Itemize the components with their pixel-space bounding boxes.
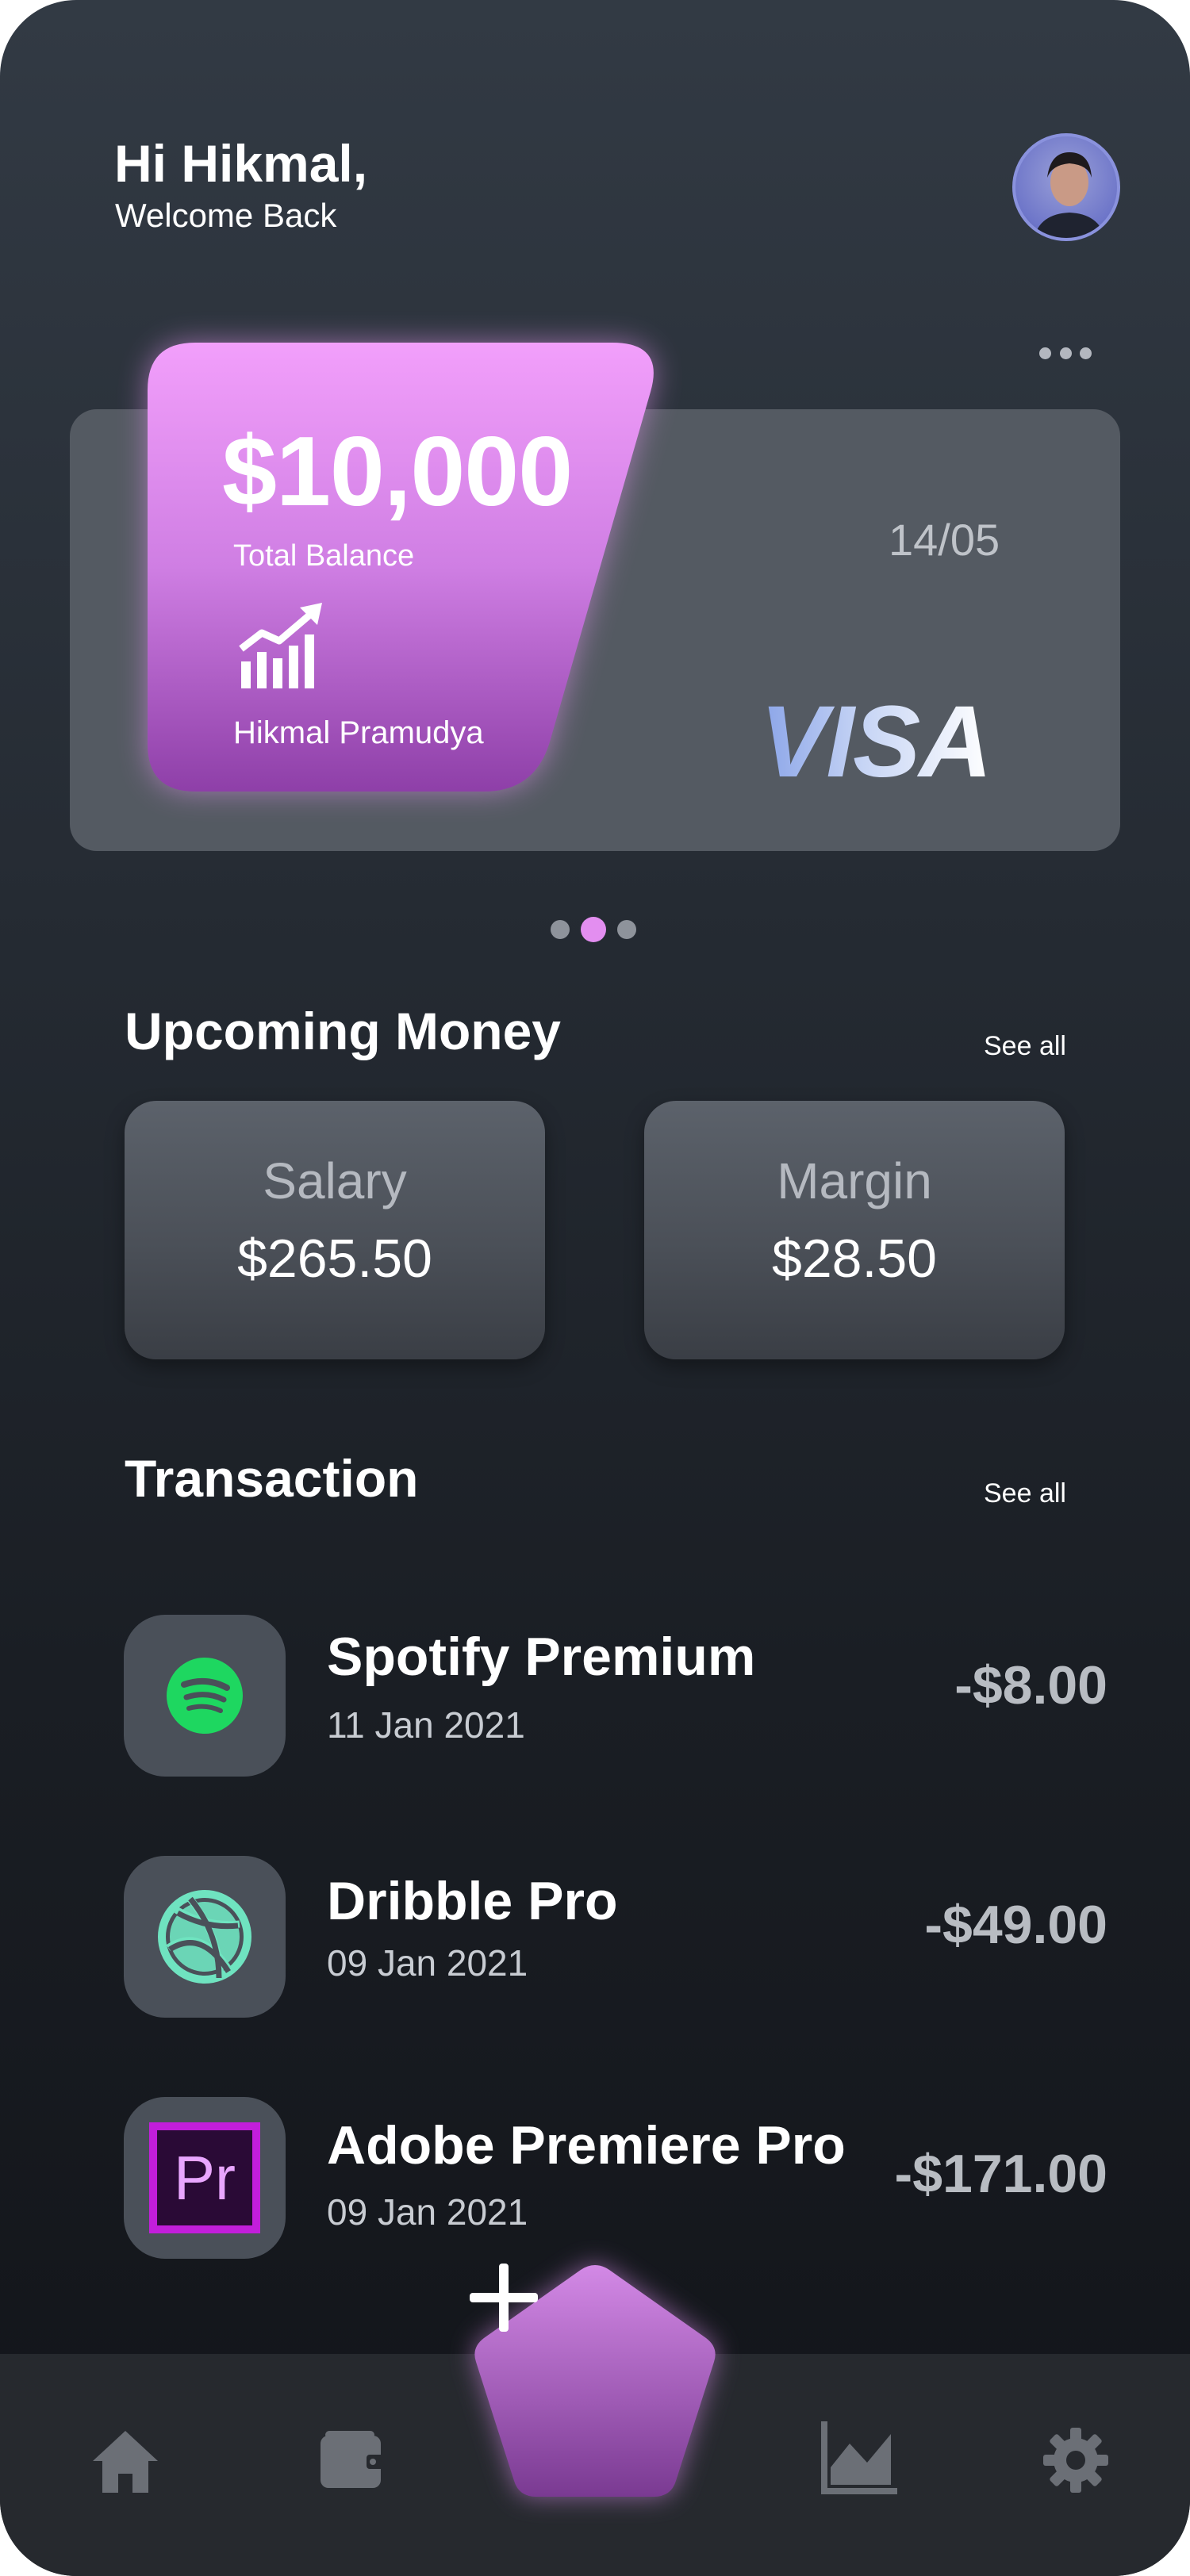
- nav-settings[interactable]: [1036, 2421, 1115, 2500]
- add-icon-wrapper: [468, 2262, 722, 2503]
- growth-chart-icon: [238, 603, 330, 692]
- transaction-amount: -$49.00: [924, 1895, 1107, 1955]
- add-button[interactable]: [468, 2262, 722, 2503]
- greeting-subtitle: Welcome Back: [115, 197, 337, 234]
- plus-icon: [470, 2264, 538, 2332]
- upcoming-card-margin[interactable]: Margin $28.50: [644, 1101, 1065, 1359]
- total-balance-amount: $10,000: [222, 417, 573, 527]
- pager-dot-active[interactable]: [581, 917, 606, 942]
- transaction-date: 09 Jan 2021: [327, 1942, 528, 1984]
- card-more-options-icon[interactable]: [1039, 347, 1092, 362]
- card-holder-name: Hikmal Pramudya: [233, 715, 484, 750]
- premiere-pro-icon-label: Pr: [174, 2142, 236, 2213]
- greeting-title: Hi Hikmal,: [114, 134, 368, 193]
- chart-icon: [821, 2421, 897, 2494]
- avatar[interactable]: [1012, 133, 1120, 241]
- upcoming-money-title: Upcoming Money: [125, 1002, 562, 1060]
- spotify-icon: [167, 1658, 243, 1734]
- upcoming-value: $28.50: [772, 1229, 937, 1289]
- card-expiry: 14/05: [889, 515, 1000, 565]
- total-balance-label: Total Balance: [233, 539, 415, 573]
- card-pager[interactable]: [551, 917, 636, 942]
- upcoming-see-all-link[interactable]: See all: [984, 1031, 1066, 1062]
- transaction-date: 09 Jan 2021: [327, 2191, 528, 2233]
- transaction-icon-tile[interactable]: [124, 1856, 286, 2018]
- transaction-amount: -$171.00: [894, 2144, 1107, 2204]
- app-screen: Hi Hikmal, Welcome Back 14/05 VISA $10,0…: [0, 0, 1190, 2576]
- wallet-icon: [321, 2431, 384, 2488]
- transaction-amount: -$8.00: [954, 1655, 1107, 1715]
- upcoming-card-salary[interactable]: Salary $265.50: [125, 1101, 545, 1359]
- transaction-date: 11 Jan 2021: [327, 1704, 525, 1746]
- nav-statistics[interactable]: [817, 2417, 901, 2500]
- avatar-person-icon: [1034, 152, 1105, 238]
- home-icon: [93, 2431, 158, 2493]
- transaction-icon-tile[interactable]: [124, 1615, 286, 1777]
- premiere-pro-icon: Pr: [149, 2122, 260, 2233]
- nav-wallet[interactable]: [309, 2421, 393, 2500]
- transaction-name: Adobe Premiere Pro: [327, 2115, 846, 2175]
- transaction-name: Spotify Premium: [327, 1627, 756, 1687]
- dribbble-icon: [158, 1890, 251, 1984]
- nav-home[interactable]: [84, 2422, 167, 2501]
- visa-logo: VISA: [760, 685, 992, 799]
- upcoming-label: Margin: [777, 1152, 932, 1209]
- transaction-see-all-link[interactable]: See all: [984, 1478, 1066, 1509]
- upcoming-value: $265.50: [237, 1229, 432, 1289]
- upcoming-label: Salary: [263, 1152, 407, 1209]
- transaction-icon-tile[interactable]: Pr: [124, 2097, 286, 2259]
- pager-dot[interactable]: [551, 920, 570, 939]
- transaction-title: Transaction: [125, 1449, 419, 1508]
- transaction-name: Dribble Pro: [327, 1871, 618, 1931]
- pager-dot[interactable]: [617, 920, 636, 939]
- settings-icon: [1043, 2428, 1108, 2493]
